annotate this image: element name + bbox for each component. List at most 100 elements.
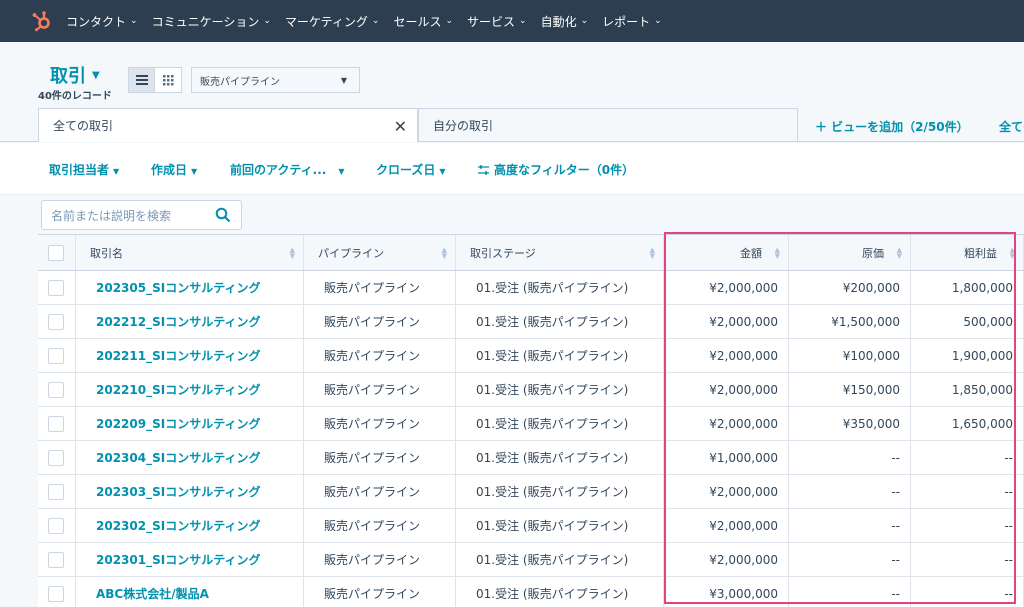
gross-profit-cell: 1,850,000 <box>911 373 1024 406</box>
filter-sliders-icon <box>478 165 489 175</box>
object-selector[interactable]: 取引 ▼ <box>50 62 100 88</box>
deal-name-link[interactable]: 202301_SIコンサルティング <box>76 543 304 576</box>
row-select-cell <box>38 543 76 576</box>
caret-down-icon: ▼ <box>439 167 446 176</box>
deal-name-link[interactable]: 202303_SIコンサルティング <box>76 475 304 508</box>
table-row[interactable]: 202211_SIコンサルティング 販売パイプライン 01.受注 (販売パイプライン… <box>38 339 1024 373</box>
row-checkbox[interactable] <box>48 415 64 432</box>
table-row[interactable]: 202301_SIコンサルティング 販売パイプライン 01.受注 (販売パイプライン… <box>38 543 1024 577</box>
deal-stage-cell: 01.受注 (販売パイプライン) <box>456 407 664 440</box>
all-views-link[interactable]: 全てのビュー <box>999 118 1024 135</box>
chevron-down-icon: ⌄ <box>371 16 380 26</box>
column-header-deal-stage[interactable]: 取引ステージ ▲ ▼ <box>456 235 664 270</box>
table-row[interactable]: 202209_SIコンサルティング 販売パイプライン 01.受注 (販売パイプライン… <box>38 407 1024 441</box>
gross-profit-cell: 1,800,000 <box>911 271 1024 304</box>
row-checkbox[interactable] <box>48 347 64 364</box>
deal-name-link[interactable]: 202212_SIコンサルティング <box>76 305 304 338</box>
select-all-checkbox[interactable] <box>48 244 64 261</box>
gross-profit-cell: -- <box>911 441 1024 474</box>
select-all-cell <box>38 235 76 270</box>
cost-cell: ¥150,000 <box>789 373 911 406</box>
close-icon[interactable]: ✕ <box>394 117 407 136</box>
chevron-down-icon: ⌄ <box>580 16 589 26</box>
row-checkbox[interactable] <box>48 551 64 568</box>
gross-profit-cell: 1,650,000 <box>911 407 1024 440</box>
search-input[interactable]: 名前または説明を検索 <box>41 200 242 230</box>
nav-marketing[interactable]: マーケティング ⌄ <box>285 13 380 30</box>
nav-sales[interactable]: セールス ⌄ <box>393 13 453 30</box>
caret-down-icon: ▼ <box>340 76 347 85</box>
pipeline-select[interactable]: 販売パイプライン ▼ <box>191 67 360 93</box>
nav-contacts[interactable]: コンタクト ⌄ <box>66 13 138 30</box>
list-view-button[interactable] <box>128 67 155 93</box>
table-row[interactable]: ABC株式会社/製品A 販売パイプライン 01.受注 (販売パイプライン) ¥3,00… <box>38 577 1024 607</box>
row-checkbox[interactable] <box>48 449 64 466</box>
chevron-down-icon: ⌄ <box>130 16 138 26</box>
amount-cell: ¥1,000,000 <box>664 441 789 474</box>
row-checkbox[interactable] <box>48 483 64 500</box>
deal-name-link[interactable]: 202304_SIコンサルティング <box>76 441 304 474</box>
caret-down-icon: ▼ <box>113 167 120 176</box>
row-checkbox[interactable] <box>48 585 64 602</box>
page-title: 取引 <box>50 66 86 87</box>
gross-profit-cell: -- <box>911 509 1024 542</box>
column-header-amount[interactable]: 金額 ▲ ▼ <box>664 235 789 270</box>
column-header-gross-profit[interactable]: 粗利益 ▲ ▼ <box>911 235 1024 270</box>
chevron-down-icon: ⌄ <box>445 16 454 26</box>
pipeline-cell: 販売パイプライン <box>304 339 456 372</box>
deal-name-link[interactable]: 202210_SIコンサルティング <box>76 373 304 406</box>
deal-name-link[interactable]: 202302_SIコンサルティング <box>76 509 304 542</box>
deal-name-link[interactable]: ABC株式会社/製品A <box>76 577 304 607</box>
page-header: 取引 ▼ 40件のレコード 販売パイプライン ▼ <box>0 42 1024 108</box>
deal-stage-cell: 01.受注 (販売パイプライン) <box>456 577 664 607</box>
filter-last-activity[interactable]: 前回のアクティ... ▼ <box>230 161 345 178</box>
table-row[interactable]: 202210_SIコンサルティング 販売パイプライン 01.受注 (販売パイプライン… <box>38 373 1024 407</box>
table-row[interactable]: 202304_SIコンサルティング 販売パイプライン 01.受注 (販売パイプライン… <box>38 441 1024 475</box>
pipeline-cell: 販売パイプライン <box>304 271 456 304</box>
row-select-cell <box>38 271 76 304</box>
filter-create-date[interactable]: 作成日 ▼ <box>151 161 197 178</box>
deal-name-link[interactable]: 202305_SIコンサルティング <box>76 271 304 304</box>
chevron-down-icon: ⌄ <box>519 16 527 26</box>
cost-cell: ¥350,000 <box>789 407 911 440</box>
nav-service[interactable]: サービス ⌄ <box>467 13 527 30</box>
caret-down-icon: ▼ <box>92 69 100 81</box>
row-checkbox[interactable] <box>48 313 64 330</box>
filter-deal-owner[interactable]: 取引担当者 ▼ <box>49 161 119 178</box>
row-checkbox[interactable] <box>48 381 64 398</box>
deal-stage-cell: 01.受注 (販売パイプライン) <box>456 339 664 372</box>
add-view-button[interactable]: ＋ ビューを追加（2/50件） <box>815 118 969 135</box>
row-select-cell <box>38 339 76 372</box>
nav-automation[interactable]: 自動化 ⌄ <box>541 13 589 30</box>
deal-stage-cell: 01.受注 (販売パイプライン) <box>456 441 664 474</box>
amount-cell: ¥2,000,000 <box>664 373 789 406</box>
table-row[interactable]: 202305_SIコンサルティング 販売パイプライン 01.受注 (販売パイプライン… <box>38 271 1024 305</box>
column-header-pipeline[interactable]: パイプライン ▲ ▼ <box>304 235 456 270</box>
deal-name-link[interactable]: 202211_SIコンサルティング <box>76 339 304 372</box>
tab-all-deals[interactable]: 全ての取引 ✕ <box>38 108 418 142</box>
deal-name-link[interactable]: 202209_SIコンサルティング <box>76 407 304 440</box>
row-checkbox[interactable] <box>48 517 64 534</box>
table-row[interactable]: 202303_SIコンサルティング 販売パイプライン 01.受注 (販売パイプライン… <box>38 475 1024 509</box>
nav-reports[interactable]: レポート ⌄ <box>602 13 662 30</box>
table-row[interactable]: 202212_SIコンサルティング 販売パイプライン 01.受注 (販売パイプライン… <box>38 305 1024 339</box>
table-row[interactable]: 202302_SIコンサルティング 販売パイプライン 01.受注 (販売パイプライン… <box>38 509 1024 543</box>
top-nav: コンタクト ⌄ コミュニケーション ⌄ マーケティング ⌄ セールス ⌄ サービス ⌄ 自… <box>0 0 1024 42</box>
column-header-deal-name[interactable]: 取引名 ▲ ▼ <box>76 235 304 270</box>
hubspot-logo-icon[interactable] <box>30 9 54 33</box>
row-select-cell <box>38 305 76 338</box>
sort-icon: ▲ ▼ <box>774 246 780 260</box>
tab-my-deals[interactable]: 自分の取引 <box>418 108 798 142</box>
row-checkbox[interactable] <box>48 279 64 296</box>
filter-close-date[interactable]: クローズ日 ▼ <box>376 161 446 178</box>
chevron-down-icon: ⌄ <box>654 16 662 26</box>
chevron-down-icon: ⌄ <box>263 16 271 26</box>
board-view-button[interactable] <box>155 67 182 93</box>
column-header-cost[interactable]: 原価 ▲ ▼ <box>789 235 911 270</box>
cost-cell: ¥200,000 <box>789 271 911 304</box>
search-icon <box>215 207 231 223</box>
pipeline-cell: 販売パイプライン <box>304 305 456 338</box>
advanced-filters-button[interactable]: 高度なフィルター（0件） <box>478 161 634 178</box>
nav-communication[interactable]: コミュニケーション ⌄ <box>152 13 271 30</box>
sort-icon: ▲ ▼ <box>441 246 447 260</box>
